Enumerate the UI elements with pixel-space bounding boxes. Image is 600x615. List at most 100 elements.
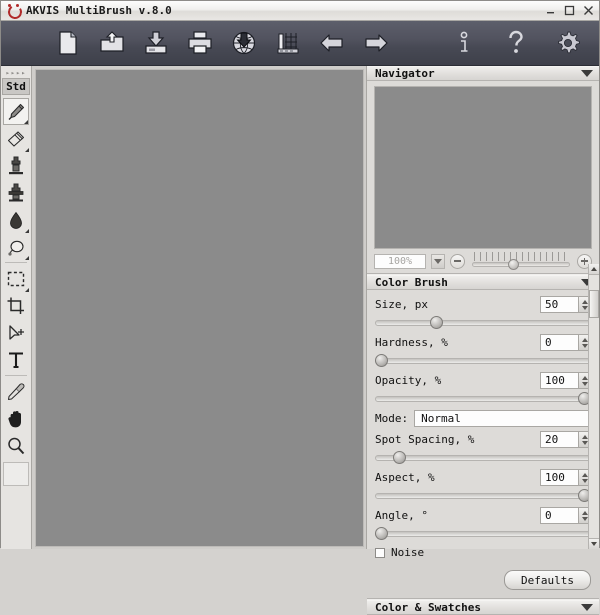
chevron-up-icon (591, 267, 597, 271)
size-row: Size, px 50 (375, 296, 591, 313)
marquee-select-icon (7, 271, 25, 286)
size-slider-track (375, 320, 591, 326)
size-stepper[interactable]: 50 (540, 296, 591, 313)
hardness-value[interactable]: 0 (540, 334, 578, 351)
help-button[interactable] (501, 28, 531, 58)
lasso-patch-icon (8, 240, 24, 256)
aspect-slider-track (375, 493, 591, 499)
zoom-dropdown-button[interactable] (431, 253, 445, 269)
question-mark-icon (509, 30, 523, 53)
move-tool[interactable] (3, 319, 29, 346)
zoom-slider-handle[interactable] (508, 259, 520, 270)
about-info-button[interactable] (449, 28, 479, 58)
spot-spacing-slider-handle[interactable] (393, 451, 407, 464)
zoom-slider[interactable] (470, 252, 572, 270)
scroll-down-button[interactable] (589, 538, 599, 549)
zoom-tool[interactable] (3, 432, 29, 459)
chevron-down-icon[interactable] (581, 604, 593, 611)
aspect-stepper[interactable]: 100 (540, 469, 591, 486)
brush-submenu-indicator[interactable] (24, 120, 28, 124)
paintbrush-icon (8, 103, 25, 120)
preferences-button[interactable] (553, 28, 583, 58)
load-from-web-button[interactable] (229, 28, 259, 58)
opacity-row: Opacity, % 100 (375, 372, 591, 389)
color-brush-title: Color Brush (375, 276, 448, 289)
color-swatches-panel-header[interactable]: Color & Swatches (367, 600, 599, 615)
mode-value[interactable]: Normal (414, 410, 591, 427)
noise-checkbox[interactable] (375, 547, 385, 558)
aspect-row: Aspect, % 100 (375, 469, 591, 486)
zoom-input[interactable]: 100% (374, 253, 426, 269)
chevron-down-icon[interactable] (581, 70, 593, 77)
minimize-button[interactable] (544, 4, 557, 17)
maximize-button[interactable] (563, 4, 576, 17)
patch-tool[interactable] (3, 233, 29, 260)
tool-palette: ▸▸▸▸ Std (1, 66, 32, 549)
open-image-button[interactable] (97, 28, 127, 58)
opacity-stepper[interactable]: 100 (540, 372, 591, 389)
pattern-stamp-tool[interactable] (3, 179, 29, 206)
eraser-tool[interactable] (3, 125, 29, 152)
opacity-slider[interactable] (375, 391, 591, 405)
undo-button[interactable] (317, 28, 347, 58)
hand-tool[interactable] (3, 405, 29, 432)
defaults-button[interactable]: Defaults (504, 570, 591, 590)
color-brush-panel-header[interactable]: Color Brush (367, 275, 599, 290)
hardness-slider-handle[interactable] (375, 354, 388, 367)
patch-submenu-indicator[interactable] (25, 256, 29, 260)
mode-select[interactable]: Normal (414, 410, 591, 427)
size-slider-handle[interactable] (429, 316, 443, 329)
angle-slider-handle[interactable] (375, 527, 388, 540)
eyedropper-tool[interactable] (3, 378, 29, 405)
image-canvas[interactable] (35, 69, 364, 547)
scroll-up-button[interactable] (589, 264, 599, 275)
chevron-down-icon (591, 542, 597, 546)
settings-scrollbar[interactable] (588, 264, 599, 549)
crop-tool[interactable] (3, 292, 29, 319)
clone-stamp-tool[interactable] (3, 152, 29, 179)
angle-stepper[interactable]: 0 (540, 507, 591, 524)
zoom-out-button[interactable] (450, 253, 465, 269)
image-adjust-button[interactable] (273, 28, 303, 58)
canvas-area[interactable] (32, 66, 366, 549)
hardness-row: Hardness, % 0 (375, 334, 591, 351)
spot-spacing-stepper[interactable]: 20 (540, 431, 591, 448)
brush-tool[interactable] (3, 98, 29, 125)
akvis-logo-icon (6, 3, 24, 21)
blur-drop-tool[interactable] (3, 206, 29, 233)
tool-mode-label[interactable]: Std (2, 78, 30, 95)
title-bar: AKVIS MultiBrush v.8.0 (1, 1, 599, 21)
open-folder-up-icon (100, 31, 124, 52)
size-value[interactable]: 50 (540, 296, 578, 313)
angle-slider-track (375, 531, 591, 537)
aspect-value[interactable]: 100 (540, 469, 578, 486)
close-button[interactable] (582, 4, 595, 17)
navigator-panel-header[interactable]: Navigator (367, 66, 599, 81)
hardness-stepper[interactable]: 0 (540, 334, 591, 351)
scrollbar-thumb[interactable] (589, 290, 599, 318)
settings-panel: Navigator 100% Color Brush Size, px 50 H… (366, 66, 599, 615)
zoom-slider-track (472, 262, 570, 267)
size-slider[interactable] (375, 315, 591, 329)
angle-value[interactable]: 0 (540, 507, 578, 524)
rectangular-select-tool[interactable] (3, 265, 29, 292)
hardness-slider[interactable] (375, 353, 591, 367)
text-tool[interactable] (3, 346, 29, 373)
opacity-value[interactable]: 100 (540, 372, 578, 389)
save-image-button[interactable] (141, 28, 171, 58)
new-document-button[interactable] (53, 28, 83, 58)
navigator-preview[interactable] (374, 86, 592, 249)
color-preview-swatch[interactable] (3, 462, 29, 486)
redo-button[interactable] (361, 28, 391, 58)
spot-spacing-slider[interactable] (375, 450, 591, 464)
size-label: Size, px (375, 298, 428, 311)
aspect-slider[interactable] (375, 488, 591, 502)
print-button[interactable] (185, 28, 215, 58)
spot-spacing-value[interactable]: 20 (540, 431, 578, 448)
text-t-icon (9, 351, 23, 368)
main-body: ▸▸▸▸ Std Navigator 100% Color Brush Size… (1, 66, 599, 615)
palette-grip[interactable]: ▸▸▸▸ (3, 68, 29, 78)
stamp-icon (9, 156, 23, 175)
save-down-icon (145, 31, 167, 54)
angle-slider[interactable] (375, 526, 591, 540)
